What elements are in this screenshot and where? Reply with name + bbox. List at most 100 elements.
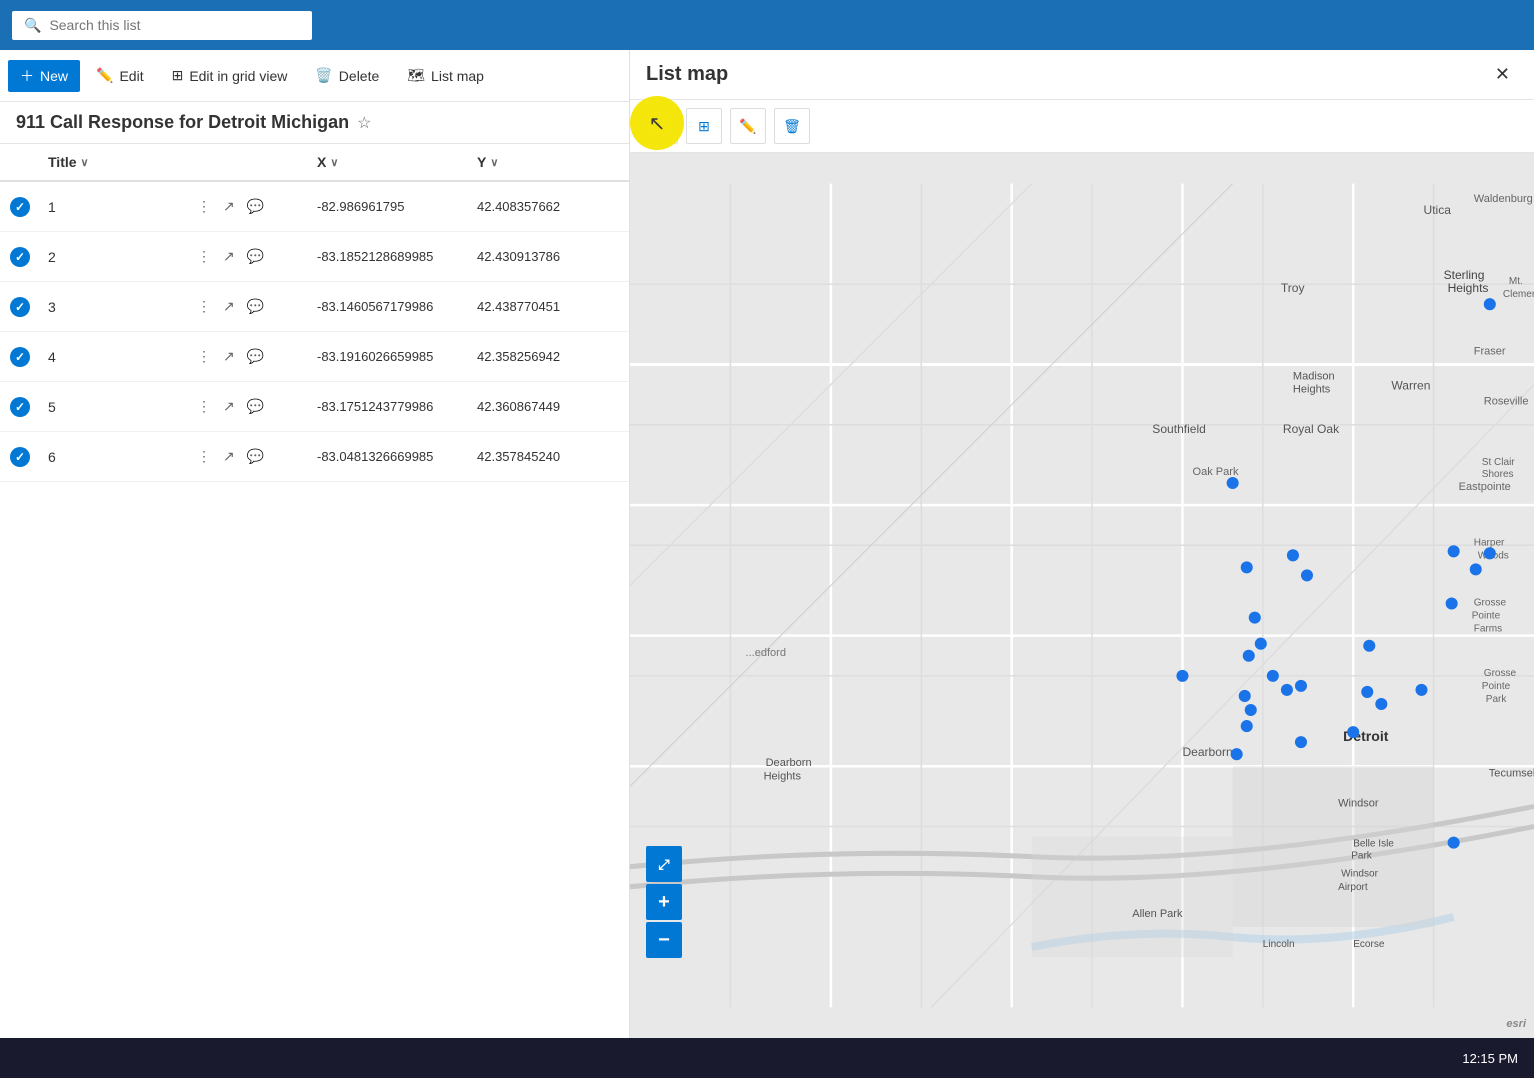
row-title-3: 3 [40, 295, 189, 319]
row-actions-1: ⋮ ↗ 💬 [189, 196, 249, 217]
row-check-4[interactable]: ✓ [0, 347, 40, 367]
map-close-button[interactable]: ✕ [1487, 60, 1518, 89]
grid-icon: ⊞ [172, 67, 184, 84]
row-check-1[interactable]: ✓ [0, 197, 40, 217]
search-input[interactable] [49, 17, 300, 33]
layer-tool-button[interactable]: ⊞ [686, 108, 722, 144]
row-check-5[interactable]: ✓ [0, 397, 40, 417]
row-more-btn-6[interactable]: ⋮ [193, 446, 215, 467]
row-comment-btn-4[interactable]: 💬 [243, 346, 268, 367]
taskbar-time: 12:15 PM [1462, 1051, 1518, 1066]
svg-text:Mt.: Mt. [1509, 276, 1523, 287]
svg-text:Lincoln: Lincoln [1263, 939, 1295, 950]
row-check-6[interactable]: ✓ [0, 447, 40, 467]
row-actions-6: ⋮ ↗ 💬 [189, 446, 249, 467]
table-row: ✓ 5 ⋮ ↗ 💬 -83.1751243779986 42.360867449 [0, 382, 629, 432]
svg-text:Shores: Shores [1482, 469, 1514, 480]
row-title-4: 4 [40, 345, 189, 369]
row-more-btn-3[interactable]: ⋮ [193, 296, 215, 317]
map-title: List map [646, 63, 728, 86]
svg-text:Waldenburg: Waldenburg [1474, 193, 1533, 205]
delete-button[interactable]: 🗑️ Delete [303, 61, 391, 90]
svg-text:Grosse: Grosse [1474, 598, 1507, 609]
row-share-btn-5[interactable]: ↗ [219, 396, 239, 417]
row-y-3: 42.438770451 [469, 295, 629, 318]
row-comment-btn-2[interactable]: 💬 [243, 246, 268, 267]
table-row: ✓ 2 ⋮ ↗ 💬 -83.1852128689985 42.430913786 [0, 232, 629, 282]
row-x-4: -83.1916026659985 [309, 345, 469, 368]
favorite-star-icon[interactable]: ☆ [357, 113, 371, 133]
svg-text:Park: Park [1486, 694, 1508, 705]
row-comment-btn-6[interactable]: 💬 [243, 446, 268, 467]
svg-text:Clemen...: Clemen... [1503, 289, 1534, 300]
plus-icon: ＋ [20, 66, 34, 86]
svg-text:...edford: ...edford [746, 647, 786, 659]
row-comment-btn-5[interactable]: 💬 [243, 396, 268, 417]
delete-tool-button[interactable]: 🗑 [774, 108, 810, 144]
svg-text:Troy: Troy [1281, 281, 1305, 295]
row-share-btn-1[interactable]: ↗ [219, 196, 239, 217]
zoom-out-button[interactable]: − [646, 922, 682, 958]
expand-button[interactable]: ⤢ [646, 846, 682, 882]
zoom-in-button[interactable]: + [646, 884, 682, 920]
utica-label: Utica [1424, 203, 1452, 217]
taskbar: 12:15 PM [0, 1038, 1534, 1078]
list-map-button[interactable]: 🗺 List map [395, 61, 496, 90]
row-comment-btn-1[interactable]: 💬 [243, 196, 268, 217]
svg-text:Harper: Harper [1474, 537, 1505, 548]
row-check-2[interactable]: ✓ [0, 247, 40, 267]
edit-tool-button[interactable]: ✏️ [730, 108, 766, 144]
check-circle-1: ✓ [10, 197, 30, 217]
edit-icon: ✏️ [96, 67, 113, 84]
row-y-5: 42.360867449 [469, 395, 629, 418]
table-header: Title ∨ X ∨ Y ∨ [0, 144, 629, 182]
cursor-indicator: ↖ [630, 96, 684, 150]
row-actions-3: ⋮ ↗ 💬 [189, 296, 249, 317]
map-container[interactable]: Utica Waldenburg Sterling Heights Mt. Cl… [630, 153, 1534, 1038]
row-y-4: 42.358256942 [469, 345, 629, 368]
svg-text:Oak Park: Oak Park [1192, 466, 1238, 478]
row-title-6: 6 [40, 445, 189, 469]
map-icon: 🗺 [407, 67, 425, 84]
new-button[interactable]: ＋ New [8, 60, 80, 92]
row-x-3: -83.1460567179986 [309, 295, 469, 318]
row-share-btn-4[interactable]: ↗ [219, 346, 239, 367]
svg-text:Royal Oak: Royal Oak [1283, 422, 1340, 436]
row-share-btn-3[interactable]: ↗ [219, 296, 239, 317]
table-row: ✓ 6 ⋮ ↗ 💬 -83.0481326669985 42.357845240 [0, 432, 629, 482]
row-share-btn-2[interactable]: ↗ [219, 246, 239, 267]
svg-text:Tecumseh: Tecumseh [1489, 767, 1534, 779]
table-row: ✓ 1 ⋮ ↗ 💬 -82.986961795 42.408357662 [0, 182, 629, 232]
svg-text:Southfield: Southfield [1152, 422, 1206, 436]
header-x[interactable]: X ∨ [309, 144, 469, 180]
header-actions-spacer [189, 144, 249, 180]
table-row: ✓ 3 ⋮ ↗ 💬 -83.1460567179986 42.438770451 [0, 282, 629, 332]
y-sort-icon: ∨ [490, 156, 498, 169]
edit-button[interactable]: ✏️ Edit [84, 61, 156, 90]
row-comment-btn-3[interactable]: 💬 [243, 296, 268, 317]
svg-text:Madison: Madison [1293, 371, 1335, 383]
search-box[interactable]: 🔍 [12, 11, 312, 40]
row-more-btn-5[interactable]: ⋮ [193, 396, 215, 417]
svg-text:Farms: Farms [1474, 624, 1502, 635]
table-row: ✓ 4 ⋮ ↗ 💬 -83.1916026659985 42.358256942 [0, 332, 629, 382]
trash-icon: 🗑 [783, 118, 801, 135]
header-title[interactable]: Title ∨ [40, 144, 189, 180]
header-y[interactable]: Y ∨ [469, 144, 629, 180]
expand-icon: ⤢ [658, 856, 669, 873]
row-actions-5: ⋮ ↗ 💬 [189, 396, 249, 417]
list-panel: ＋ New ✏️ Edit ⊞ Edit in grid view 🗑️ Del… [0, 50, 630, 1038]
header-check [0, 144, 40, 180]
row-share-btn-6[interactable]: ↗ [219, 446, 239, 467]
top-bar: 🔍 [0, 0, 1534, 50]
row-check-3[interactable]: ✓ [0, 297, 40, 317]
search-icon: 🔍 [24, 17, 41, 34]
row-more-btn-1[interactable]: ⋮ [193, 196, 215, 217]
row-x-1: -82.986961795 [309, 195, 469, 218]
row-more-btn-4[interactable]: ⋮ [193, 346, 215, 367]
row-y-2: 42.430913786 [469, 245, 629, 268]
svg-text:Windsor: Windsor [1341, 869, 1378, 880]
edit-grid-button[interactable]: ⊞ Edit in grid view [160, 61, 300, 90]
row-more-btn-2[interactable]: ⋮ [193, 246, 215, 267]
list-table: Title ∨ X ∨ Y ∨ ✓ 1 ⋮ [0, 144, 629, 1038]
